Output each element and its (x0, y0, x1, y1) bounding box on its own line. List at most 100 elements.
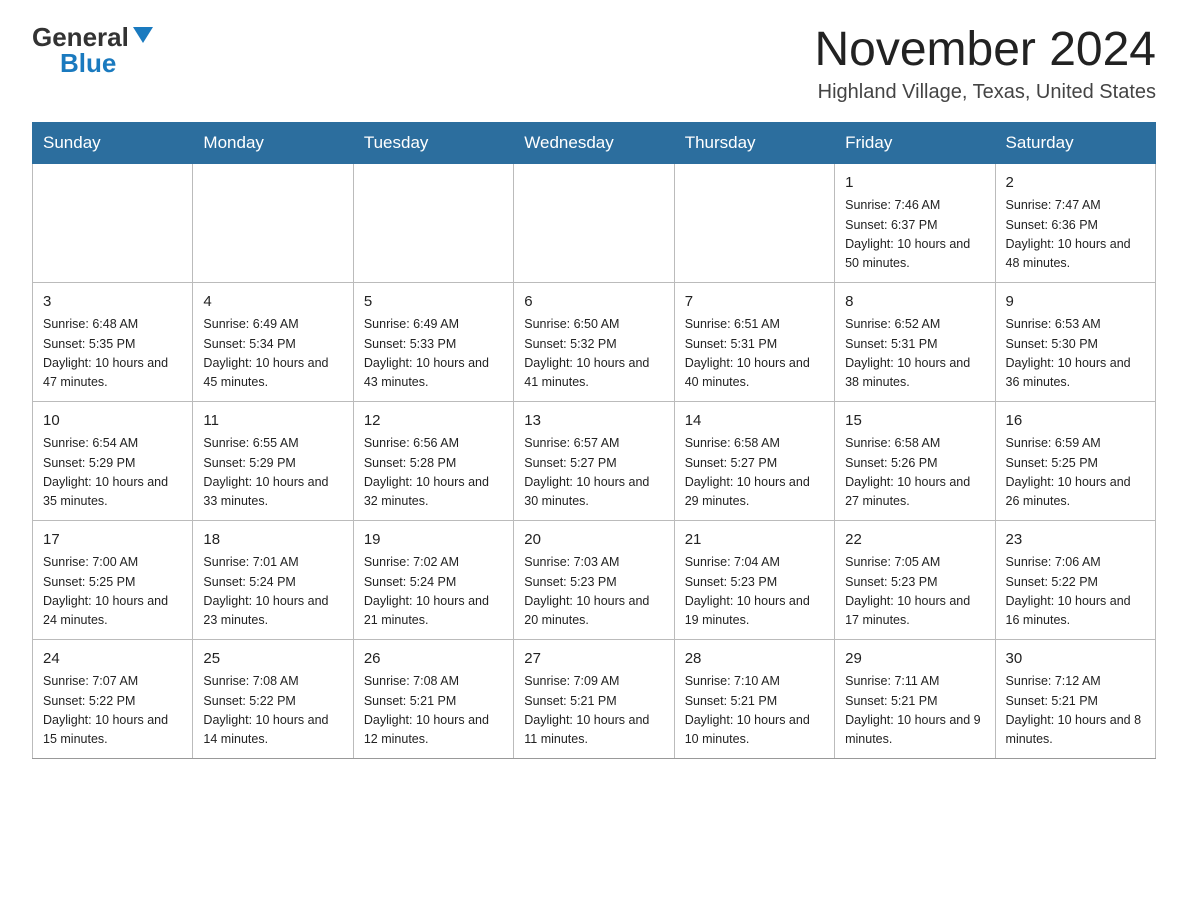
table-cell: 6Sunrise: 6:50 AMSunset: 5:32 PMDaylight… (514, 282, 674, 401)
table-cell: 3Sunrise: 6:48 AMSunset: 5:35 PMDaylight… (33, 282, 193, 401)
day-info: Sunrise: 7:08 AMSunset: 5:21 PMDaylight:… (364, 672, 503, 750)
table-cell (353, 163, 513, 282)
table-cell: 21Sunrise: 7:04 AMSunset: 5:23 PMDayligh… (674, 520, 834, 639)
day-info: Sunrise: 6:55 AMSunset: 5:29 PMDaylight:… (203, 434, 342, 512)
table-cell: 30Sunrise: 7:12 AMSunset: 5:21 PMDayligh… (995, 639, 1155, 758)
day-info: Sunrise: 7:11 AMSunset: 5:21 PMDaylight:… (845, 672, 984, 750)
day-number: 5 (364, 291, 503, 314)
table-cell: 28Sunrise: 7:10 AMSunset: 5:21 PMDayligh… (674, 639, 834, 758)
week-row-4: 17Sunrise: 7:00 AMSunset: 5:25 PMDayligh… (33, 520, 1156, 639)
day-number: 17 (43, 529, 182, 552)
table-cell: 25Sunrise: 7:08 AMSunset: 5:22 PMDayligh… (193, 639, 353, 758)
day-info: Sunrise: 7:47 AMSunset: 6:36 PMDaylight:… (1006, 196, 1145, 274)
table-cell: 5Sunrise: 6:49 AMSunset: 5:33 PMDaylight… (353, 282, 513, 401)
day-info: Sunrise: 6:54 AMSunset: 5:29 PMDaylight:… (43, 434, 182, 512)
table-cell: 11Sunrise: 6:55 AMSunset: 5:29 PMDayligh… (193, 401, 353, 520)
day-info: Sunrise: 6:58 AMSunset: 5:26 PMDaylight:… (845, 434, 984, 512)
calendar-table: Sunday Monday Tuesday Wednesday Thursday… (32, 122, 1156, 759)
day-number: 22 (845, 529, 984, 552)
day-number: 2 (1006, 172, 1145, 195)
day-info: Sunrise: 7:05 AMSunset: 5:23 PMDaylight:… (845, 553, 984, 631)
day-info: Sunrise: 6:50 AMSunset: 5:32 PMDaylight:… (524, 315, 663, 393)
day-number: 27 (524, 648, 663, 671)
day-number: 16 (1006, 410, 1145, 433)
day-info: Sunrise: 7:09 AMSunset: 5:21 PMDaylight:… (524, 672, 663, 750)
week-row-5: 24Sunrise: 7:07 AMSunset: 5:22 PMDayligh… (33, 639, 1156, 758)
table-cell: 29Sunrise: 7:11 AMSunset: 5:21 PMDayligh… (835, 639, 995, 758)
logo-triangle-icon (133, 27, 153, 43)
weekday-header-row: Sunday Monday Tuesday Wednesday Thursday… (33, 122, 1156, 163)
table-cell: 23Sunrise: 7:06 AMSunset: 5:22 PMDayligh… (995, 520, 1155, 639)
day-number: 13 (524, 410, 663, 433)
table-cell: 7Sunrise: 6:51 AMSunset: 5:31 PMDaylight… (674, 282, 834, 401)
logo-blue-text: Blue (60, 50, 116, 76)
day-number: 3 (43, 291, 182, 314)
table-cell: 13Sunrise: 6:57 AMSunset: 5:27 PMDayligh… (514, 401, 674, 520)
table-cell: 15Sunrise: 6:58 AMSunset: 5:26 PMDayligh… (835, 401, 995, 520)
day-info: Sunrise: 6:56 AMSunset: 5:28 PMDaylight:… (364, 434, 503, 512)
day-number: 12 (364, 410, 503, 433)
day-number: 15 (845, 410, 984, 433)
header-sunday: Sunday (33, 122, 193, 163)
month-title: November 2024 (814, 24, 1156, 77)
table-cell: 8Sunrise: 6:52 AMSunset: 5:31 PMDaylight… (835, 282, 995, 401)
day-number: 1 (845, 172, 984, 195)
day-info: Sunrise: 7:07 AMSunset: 5:22 PMDaylight:… (43, 672, 182, 750)
table-cell: 19Sunrise: 7:02 AMSunset: 5:24 PMDayligh… (353, 520, 513, 639)
table-cell: 1Sunrise: 7:46 AMSunset: 6:37 PMDaylight… (835, 163, 995, 282)
day-info: Sunrise: 7:12 AMSunset: 5:21 PMDaylight:… (1006, 672, 1145, 750)
day-number: 10 (43, 410, 182, 433)
day-info: Sunrise: 6:49 AMSunset: 5:34 PMDaylight:… (203, 315, 342, 393)
day-number: 8 (845, 291, 984, 314)
day-info: Sunrise: 7:03 AMSunset: 5:23 PMDaylight:… (524, 553, 663, 631)
header-tuesday: Tuesday (353, 122, 513, 163)
header-wednesday: Wednesday (514, 122, 674, 163)
header-monday: Monday (193, 122, 353, 163)
day-number: 7 (685, 291, 824, 314)
table-cell: 24Sunrise: 7:07 AMSunset: 5:22 PMDayligh… (33, 639, 193, 758)
week-row-2: 3Sunrise: 6:48 AMSunset: 5:35 PMDaylight… (33, 282, 1156, 401)
day-number: 19 (364, 529, 503, 552)
day-number: 20 (524, 529, 663, 552)
day-number: 18 (203, 529, 342, 552)
header: General Blue November 2024 Highland Vill… (32, 24, 1156, 104)
day-info: Sunrise: 7:10 AMSunset: 5:21 PMDaylight:… (685, 672, 824, 750)
day-number: 28 (685, 648, 824, 671)
day-info: Sunrise: 7:04 AMSunset: 5:23 PMDaylight:… (685, 553, 824, 631)
day-number: 11 (203, 410, 342, 433)
day-number: 23 (1006, 529, 1145, 552)
day-info: Sunrise: 7:00 AMSunset: 5:25 PMDaylight:… (43, 553, 182, 631)
table-cell: 16Sunrise: 6:59 AMSunset: 5:25 PMDayligh… (995, 401, 1155, 520)
table-cell: 18Sunrise: 7:01 AMSunset: 5:24 PMDayligh… (193, 520, 353, 639)
location-title: Highland Village, Texas, United States (814, 81, 1156, 104)
day-number: 24 (43, 648, 182, 671)
table-cell: 27Sunrise: 7:09 AMSunset: 5:21 PMDayligh… (514, 639, 674, 758)
day-info: Sunrise: 6:48 AMSunset: 5:35 PMDaylight:… (43, 315, 182, 393)
day-info: Sunrise: 6:52 AMSunset: 5:31 PMDaylight:… (845, 315, 984, 393)
day-info: Sunrise: 6:58 AMSunset: 5:27 PMDaylight:… (685, 434, 824, 512)
table-cell: 22Sunrise: 7:05 AMSunset: 5:23 PMDayligh… (835, 520, 995, 639)
day-number: 4 (203, 291, 342, 314)
logo: General Blue (32, 24, 153, 76)
table-cell (193, 163, 353, 282)
day-info: Sunrise: 7:01 AMSunset: 5:24 PMDaylight:… (203, 553, 342, 631)
day-number: 30 (1006, 648, 1145, 671)
day-info: Sunrise: 6:59 AMSunset: 5:25 PMDaylight:… (1006, 434, 1145, 512)
day-number: 6 (524, 291, 663, 314)
day-info: Sunrise: 6:57 AMSunset: 5:27 PMDaylight:… (524, 434, 663, 512)
day-number: 21 (685, 529, 824, 552)
logo-general-text: General (32, 24, 129, 50)
title-area: November 2024 Highland Village, Texas, U… (814, 24, 1156, 104)
day-number: 29 (845, 648, 984, 671)
day-info: Sunrise: 7:02 AMSunset: 5:24 PMDaylight:… (364, 553, 503, 631)
day-info: Sunrise: 7:46 AMSunset: 6:37 PMDaylight:… (845, 196, 984, 274)
day-info: Sunrise: 6:51 AMSunset: 5:31 PMDaylight:… (685, 315, 824, 393)
header-friday: Friday (835, 122, 995, 163)
day-number: 14 (685, 410, 824, 433)
table-cell: 17Sunrise: 7:00 AMSunset: 5:25 PMDayligh… (33, 520, 193, 639)
table-cell: 14Sunrise: 6:58 AMSunset: 5:27 PMDayligh… (674, 401, 834, 520)
week-row-3: 10Sunrise: 6:54 AMSunset: 5:29 PMDayligh… (33, 401, 1156, 520)
week-row-1: 1Sunrise: 7:46 AMSunset: 6:37 PMDaylight… (33, 163, 1156, 282)
day-info: Sunrise: 7:06 AMSunset: 5:22 PMDaylight:… (1006, 553, 1145, 631)
table-cell: 20Sunrise: 7:03 AMSunset: 5:23 PMDayligh… (514, 520, 674, 639)
